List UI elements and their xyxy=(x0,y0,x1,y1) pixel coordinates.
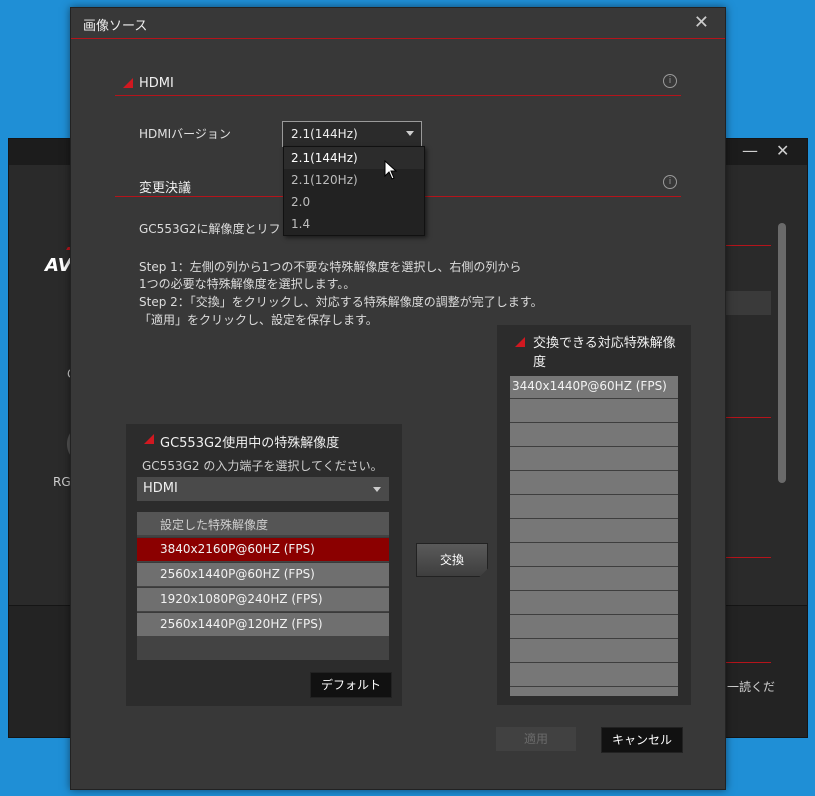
list-item[interactable] xyxy=(510,520,678,543)
table-header: 設定した特殊解像度 xyxy=(137,512,389,535)
mouse-cursor-icon xyxy=(384,160,398,180)
resolution-label: 1920x1080P@240HZ (FPS) xyxy=(160,592,323,606)
chevron-down-icon xyxy=(406,131,414,136)
input-port-value: HDMI xyxy=(143,481,178,496)
available-resolution-title: 交換できる対応特殊解像度 xyxy=(533,336,676,370)
input-port-select[interactable]: HDMI xyxy=(137,477,389,501)
hdmi-version-label: HDMIバージョン xyxy=(139,127,231,141)
list-item[interactable] xyxy=(510,664,678,687)
hdmi-version-value: 2.1(144Hz) xyxy=(291,127,358,141)
list-item[interactable] xyxy=(510,616,678,639)
apply-button[interactable]: 適用 xyxy=(496,727,576,751)
current-resolution-title: GC553G2使用中の特殊解像度 xyxy=(160,436,340,451)
list-item[interactable] xyxy=(510,400,678,423)
table-header-label: 設定した特殊解像度 xyxy=(160,518,269,532)
table-row[interactable]: 2560x1440P@120HZ (FPS) xyxy=(137,612,389,636)
dropdown-option[interactable]: 1.4 xyxy=(284,213,424,235)
resolution-label: 3440x1440P@60HZ (FPS) xyxy=(512,379,667,393)
background-scrollbar[interactable] xyxy=(778,223,786,483)
hdmi-version-dropdown: 2.1(144Hz) 2.1(120Hz) 2.0 1.4 xyxy=(283,146,425,236)
hdmi-section-header: HDMI i xyxy=(115,73,681,96)
table-row[interactable]: 3840x2160P@60HZ (FPS) xyxy=(137,537,389,561)
section-marker-icon xyxy=(144,434,154,444)
list-item[interactable] xyxy=(510,544,678,567)
current-resolution-panel: GC553G2使用中の特殊解像度 GC553G2 の入力端子を選択してください。… xyxy=(126,424,402,706)
hdmi-section-title: HDMI xyxy=(139,76,174,91)
info-icon[interactable]: i xyxy=(663,175,677,189)
hdmi-version-select[interactable]: 2.1(144Hz) xyxy=(282,121,422,147)
step-text: 1つの必要な特殊解像度を選択します。。 xyxy=(139,277,356,291)
resolution-label: 3840x2160P@60HZ (FPS) xyxy=(160,542,315,556)
input-hint: GC553G2 の入力端子を選択してください。 xyxy=(142,459,383,473)
list-item[interactable] xyxy=(510,688,678,696)
resolution-label: 2560x1440P@60HZ (FPS) xyxy=(160,567,315,581)
table-row[interactable]: 1920x1080P@240HZ (FPS) xyxy=(137,587,389,611)
list-item[interactable] xyxy=(510,424,678,447)
list-item[interactable] xyxy=(510,640,678,663)
dropdown-option[interactable]: 2.1(144Hz) xyxy=(284,147,424,169)
dropdown-option[interactable]: 2.1(120Hz) xyxy=(284,169,424,191)
step-text: 「適用」をクリックし、設定を保存します。 xyxy=(139,313,378,327)
available-resolution-list: 3440x1440P@60HZ (FPS) xyxy=(510,376,678,696)
minimize-icon[interactable]: — xyxy=(742,141,758,160)
list-item[interactable] xyxy=(510,568,678,591)
swap-button[interactable]: 交換 xyxy=(416,543,488,577)
dialog-titlebar: 画像ソース ✕ xyxy=(71,8,725,39)
dropdown-option[interactable]: 2.0 xyxy=(284,191,424,213)
background-label: RG xyxy=(53,475,71,489)
section-marker-icon xyxy=(515,337,525,347)
close-icon[interactable]: ✕ xyxy=(776,141,789,160)
notice-text: GC553G2に解像度とリフレ xyxy=(139,222,293,236)
list-item[interactable] xyxy=(510,496,678,519)
list-item[interactable] xyxy=(510,592,678,615)
app-logo: AV xyxy=(45,255,72,276)
image-source-dialog: 画像ソース ✕ HDMI i HDMIバージョン 2.1(144Hz) 変更決議… xyxy=(70,7,726,790)
list-item[interactable] xyxy=(510,472,678,495)
table-row[interactable]: 2560x1440P@60HZ (FPS) xyxy=(137,562,389,586)
section-marker-icon xyxy=(123,78,133,88)
change-section-title: 変更決議 xyxy=(139,181,192,196)
current-resolution-table: 設定した特殊解像度 3840x2160P@60HZ (FPS) 2560x144… xyxy=(137,512,389,660)
list-item[interactable]: 3440x1440P@60HZ (FPS) xyxy=(510,376,678,399)
default-button[interactable]: デフォルト xyxy=(310,672,392,698)
close-icon[interactable]: ✕ xyxy=(694,12,709,33)
list-item[interactable] xyxy=(510,448,678,471)
step-text: Step 1：左側の列から1つの不要な特殊解像度を選択し、右側の列から xyxy=(139,260,522,274)
dialog-title: 画像ソース xyxy=(83,19,148,34)
chevron-down-icon xyxy=(373,487,381,492)
step-text: Step 2：「交換」をクリックし、対応する特殊解像度の調整が完了します。 xyxy=(139,295,543,309)
resolution-label: 2560x1440P@120HZ (FPS) xyxy=(160,617,323,631)
background-bar xyxy=(719,291,771,315)
cancel-button[interactable]: キャンセル xyxy=(601,727,683,753)
info-icon[interactable]: i xyxy=(663,74,677,88)
available-resolution-panel: 交換できる対応特殊解像度 3440x1440P@60HZ (FPS) xyxy=(497,325,691,705)
